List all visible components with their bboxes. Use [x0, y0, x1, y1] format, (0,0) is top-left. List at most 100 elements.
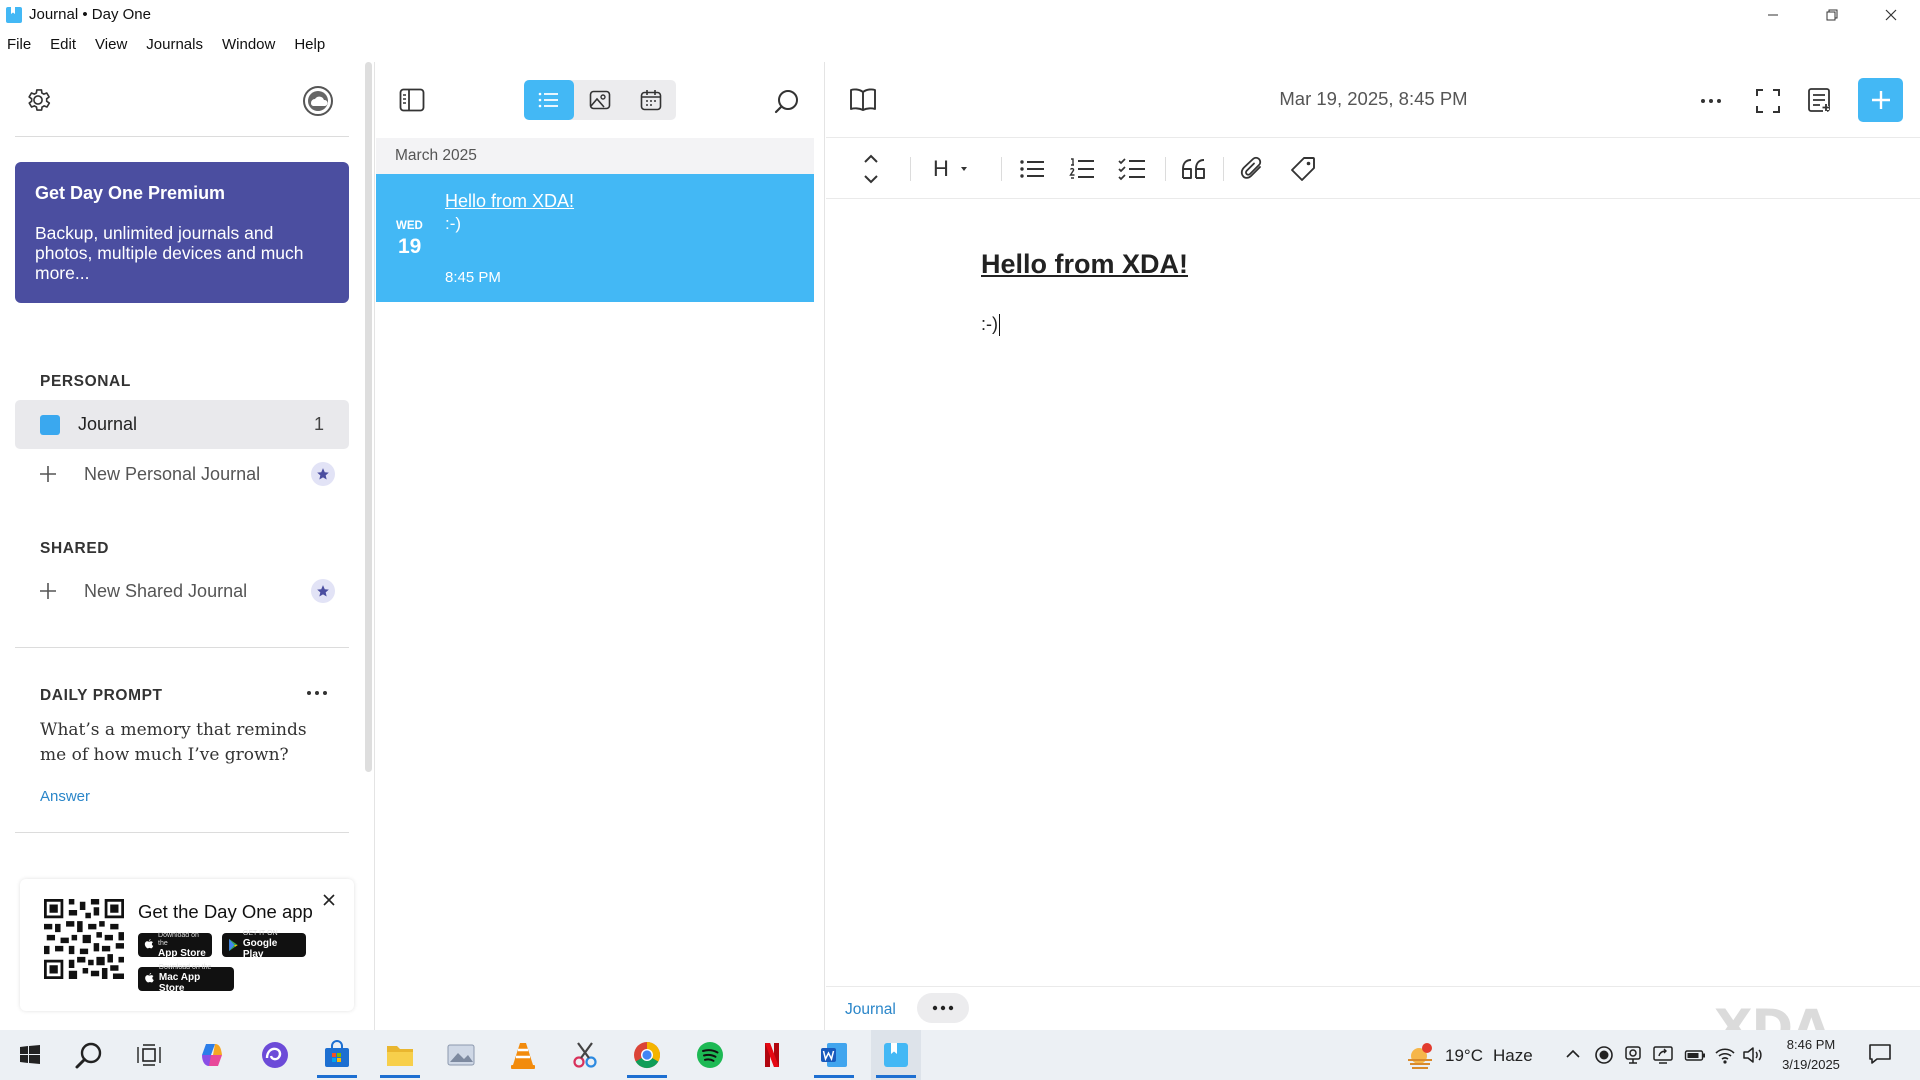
get-app-close-button[interactable] [322, 893, 336, 907]
entry-date[interactable]: Mar 19, 2025, 8:45 PM [826, 88, 1746, 110]
spotify-app[interactable] [685, 1030, 735, 1080]
menu-help[interactable]: Help [294, 36, 325, 53]
star-icon [317, 585, 329, 597]
arc-browser-app[interactable] [250, 1030, 300, 1080]
menu-view[interactable]: View [95, 36, 127, 53]
display-tray-icon[interactable] [1652, 1045, 1674, 1065]
apple-icon [144, 939, 154, 949]
fullscreen-button[interactable] [1755, 88, 1781, 114]
weather-widget[interactable]: 19°C Haze [1405, 1042, 1533, 1070]
toggle-sidebar-button[interactable] [399, 88, 425, 112]
daily-prompt-more-button[interactable] [304, 686, 330, 700]
apple-icon [145, 973, 154, 983]
taskbar-search-button[interactable] [64, 1030, 114, 1080]
copilot-app[interactable] [187, 1030, 237, 1080]
word-app[interactable] [809, 1030, 859, 1080]
search-button[interactable] [774, 88, 800, 114]
app-store-badge[interactable]: Download on the App Store [138, 931, 212, 959]
app-store-sub: Download on the [158, 931, 199, 947]
clock-time: 8:46 PM [1786, 1037, 1836, 1052]
store-bag-icon [325, 1040, 349, 1067]
battery-icon [1684, 1050, 1705, 1061]
footer-journal-link[interactable]: Journal [845, 1001, 896, 1019]
get-app-card: Get the Day One app Download on the App S… [20, 879, 354, 1011]
notifications-button[interactable] [1868, 1042, 1892, 1066]
sync-button[interactable] [302, 85, 334, 117]
expand-collapse-button[interactable] [862, 153, 880, 185]
bulleted-list-button[interactable] [1019, 153, 1045, 185]
daily-prompt-answer-link[interactable]: Answer [40, 788, 90, 805]
file-explorer-app[interactable] [375, 1030, 425, 1080]
cloud-sync-icon [303, 86, 333, 116]
journal-entry-count: 1 [313, 414, 324, 434]
start-button[interactable] [5, 1030, 55, 1080]
new-personal-journal-button[interactable]: New Personal Journal [38, 459, 335, 489]
google-play-badge[interactable]: GET IT ON Google Play [222, 930, 306, 960]
more-horizontal-icon [932, 1005, 954, 1011]
settings-button[interactable] [24, 86, 52, 114]
record-tray-icon[interactable] [1594, 1045, 1614, 1065]
day-one-taskbar-app[interactable] [871, 1030, 921, 1080]
menu-file[interactable]: File [7, 36, 31, 53]
entry-list-item[interactable]: WED 19 Hello from XDA! :-) 8:45 PM [376, 174, 814, 302]
footer-more-button[interactable] [917, 993, 969, 1023]
image-icon [589, 90, 611, 110]
vlc-app[interactable] [498, 1030, 548, 1080]
chevron-up-icon [1566, 1049, 1580, 1058]
divider [910, 157, 911, 181]
premium-banner[interactable]: Get Day One Premium Backup, unlimited jo… [15, 162, 349, 303]
more-horizontal-icon [1701, 99, 1721, 103]
divider [1165, 157, 1166, 181]
restore-button[interactable] [1802, 0, 1861, 29]
notification-icon [1869, 1044, 1891, 1064]
camera-tray-icon[interactable] [1624, 1045, 1642, 1065]
google-play-label: Google Play [242, 938, 278, 960]
menu-window[interactable]: Window [222, 36, 275, 53]
tag-icon [1291, 157, 1315, 181]
premium-star-badge [311, 462, 335, 486]
chrome-app[interactable] [622, 1030, 672, 1080]
gear-icon [28, 89, 51, 111]
quote-button[interactable] [1181, 153, 1207, 185]
show-hidden-icons-button[interactable] [1564, 1045, 1582, 1063]
snipping-tool-app[interactable] [560, 1030, 610, 1080]
divider [1223, 157, 1224, 181]
sidebar-item-journal[interactable]: Journal 1 [15, 400, 349, 449]
new-entry-button[interactable] [1858, 78, 1903, 122]
plus-icon [1871, 91, 1890, 109]
battery-tray-icon[interactable] [1684, 1045, 1706, 1065]
calendar-view-tab[interactable] [626, 80, 676, 120]
task-view-button[interactable] [124, 1030, 174, 1080]
close-window-button[interactable] [1861, 0, 1920, 29]
document-title[interactable]: Hello from XDA! [981, 249, 1188, 280]
active-indicator [317, 1075, 357, 1078]
microsoft-store-app[interactable] [312, 1030, 362, 1080]
media-view-tab[interactable] [575, 80, 625, 120]
task-view-icon [137, 1044, 161, 1066]
entry-list-pane: March 2025 WED 19 Hello from XDA! :-) 8:… [376, 62, 825, 1030]
volume-tray-icon[interactable] [1742, 1045, 1764, 1065]
system-clock[interactable]: 8:46 PM 3/19/2025 [1770, 1035, 1852, 1075]
minimize-button[interactable] [1743, 0, 1802, 29]
tag-button[interactable] [1290, 153, 1316, 185]
list-view-tab[interactable] [524, 80, 574, 120]
heading-button[interactable]: H [933, 153, 973, 185]
personal-section-heading: PERSONAL [40, 373, 131, 390]
mac-app-store-badge[interactable]: Download on the Mac App Store [138, 964, 234, 994]
menu-journals[interactable]: Journals [146, 36, 203, 53]
entry-info-button[interactable] [1807, 87, 1833, 113]
new-shared-journal-button[interactable]: New Shared Journal [38, 576, 335, 606]
menu-edit[interactable]: Edit [50, 36, 76, 53]
copilot-icon [202, 1044, 222, 1066]
document-body[interactable]: :-) [981, 314, 1000, 337]
photos-app[interactable] [436, 1030, 486, 1080]
editor-pane: Mar 19, 2025, 8:45 PM H Hello from XDA! … [826, 62, 1920, 1030]
entry-more-button[interactable] [1700, 98, 1722, 104]
attachment-button[interactable] [1240, 153, 1264, 185]
netflix-app[interactable] [747, 1030, 797, 1080]
checklist-button[interactable] [1118, 153, 1146, 185]
premium-description: Backup, unlimited journals and photos, m… [35, 223, 304, 283]
wifi-tray-icon[interactable] [1714, 1045, 1736, 1065]
sidebar-scrollbar[interactable] [365, 62, 372, 772]
numbered-list-button[interactable] [1069, 153, 1095, 185]
